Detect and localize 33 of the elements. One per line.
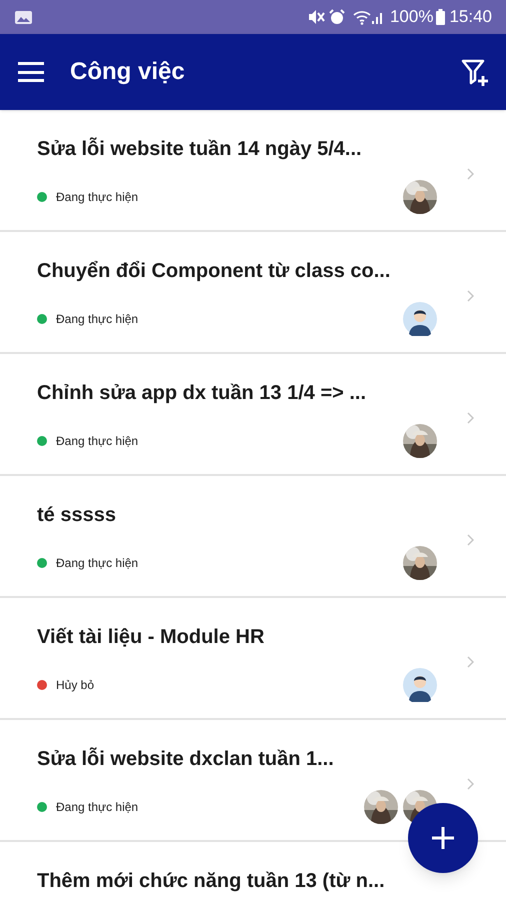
- task-title: Viết tài liệu - Module HR: [37, 625, 266, 650]
- clock: 15:40: [449, 6, 492, 28]
- chevron-right-icon: [467, 778, 474, 790]
- wifi-icon: [352, 10, 371, 24]
- add-filter-button[interactable]: [460, 57, 490, 87]
- battery-icon: [436, 9, 446, 25]
- filter-plus-icon: [460, 57, 490, 87]
- menu-button[interactable]: [18, 62, 44, 82]
- task-status: Đang thực hiện: [56, 799, 140, 816]
- chevron-right-icon: [467, 290, 474, 302]
- image-icon: [14, 10, 33, 24]
- task-title: Chỉnh sửa app dx tuần 13 1/4 => ...: [37, 381, 368, 406]
- task-status: Đang thực hiện: [56, 189, 140, 206]
- task-status: Đang thực hiện: [56, 433, 140, 450]
- task-title: Sửa lỗi website dxclan tuần 1...: [37, 746, 335, 772]
- task-status: Đang thực hiện: [56, 311, 140, 328]
- avatar-icon: [403, 302, 437, 336]
- battery-level: 100%: [390, 6, 434, 28]
- task-title: Chuyển đổi Component từ class co...: [37, 259, 392, 284]
- task-title: té sssss: [37, 503, 117, 528]
- task-status: Đang thực hiện: [56, 555, 140, 572]
- screen-title: Công việc: [70, 57, 186, 87]
- plus-icon: [430, 825, 456, 851]
- task-title: Thêm mới chức năng tuần 13 (từ n...: [37, 869, 386, 894]
- chevron-right-icon: [467, 168, 474, 180]
- task-title: Sửa lỗi website tuần 14 ngày 5/4...: [37, 136, 363, 162]
- avatar-icon: [403, 668, 437, 702]
- chevron-right-icon: [467, 412, 474, 424]
- mute-icon: [306, 9, 325, 25]
- chevron-right-icon: [467, 534, 474, 546]
- alarm-icon: [328, 9, 345, 25]
- task-status: Hủy bỏ: [56, 677, 96, 694]
- chevron-right-icon: [467, 656, 474, 668]
